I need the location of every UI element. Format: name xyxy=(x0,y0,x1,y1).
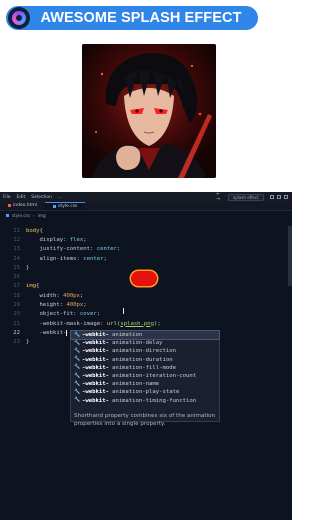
cursor-highlight-blob xyxy=(131,271,157,286)
wrench-icon: 🔧 xyxy=(74,397,81,404)
layout-icon[interactable] xyxy=(270,195,274,199)
layout-icon[interactable] xyxy=(277,195,281,199)
scrollbar[interactable] xyxy=(288,226,292,286)
breadcrumb: style.css › img xyxy=(0,211,292,219)
suggestion-item[interactable]: 🔧 -webkit-animation-fill-mode xyxy=(71,364,219,372)
wrench-icon: 🔧 xyxy=(74,347,81,354)
menu-file[interactable]: File xyxy=(3,195,11,200)
wrench-icon: 🔧 xyxy=(74,331,81,338)
wrench-icon: 🔧 xyxy=(74,380,81,387)
window-controls xyxy=(270,195,288,199)
menu-more[interactable]: ... xyxy=(58,195,62,200)
css-file-icon xyxy=(6,213,9,217)
code-line: 11 body{ xyxy=(13,227,43,234)
suggestion-description: Shorthand property combines six of the a… xyxy=(74,413,216,427)
command-search-box[interactable]: splash effect xyxy=(227,193,264,201)
code-line: 19 height: 400px; xyxy=(13,302,87,309)
suggestion-item[interactable]: 🔧 -webkit-animation-iteration-count xyxy=(71,372,219,380)
autocomplete-popup: 🔧 -webkit-animation 🔧 -webkit-animation-de… xyxy=(70,329,220,422)
suggestion-item[interactable]: 🔧 -webkit-animation xyxy=(70,329,220,341)
suggestion-item[interactable]: 🔧 -webkit-animation-delay xyxy=(71,339,219,347)
code-line: 12 display: flex; xyxy=(13,236,87,243)
wrench-icon: 🔧 xyxy=(74,356,81,363)
tab-index-html[interactable]: index.html xyxy=(0,202,45,210)
suggestion-item[interactable]: 🔧 -webkit-animation-timing-function xyxy=(71,397,219,405)
menu-edit[interactable]: Edit xyxy=(17,195,26,200)
wrench-icon: 🔧 xyxy=(74,364,81,371)
code-line: 21 -webkit-mask-image: url(splash.png); xyxy=(13,320,161,327)
wrench-icon: 🔧 xyxy=(74,372,81,379)
suggestion-item[interactable]: 🔧 -webkit-animation-direction xyxy=(71,347,219,355)
code-editor: File Edit Selection ... ← → splash effec… xyxy=(0,192,292,520)
chevron-right-icon: › xyxy=(33,212,35,218)
tab-label: index.html xyxy=(13,203,37,208)
tab-bar: index.html style.css xyxy=(0,202,292,211)
code-line: 20 object-fit: cover; xyxy=(13,311,101,318)
html-file-icon xyxy=(8,204,11,207)
breadcrumb-file[interactable]: style.css xyxy=(12,213,30,218)
menu-bar: File Edit Selection ... ← → splash effec… xyxy=(0,192,292,202)
breadcrumb-selector[interactable]: img xyxy=(38,213,46,218)
tab-style-css[interactable]: style.css xyxy=(45,202,86,210)
code-line: 18 width: 400px; xyxy=(13,292,84,299)
text-cursor-icon xyxy=(123,308,124,314)
menu-selection[interactable]: Selection xyxy=(31,195,52,200)
banner-title: AWESOME SPLASH EFFECT xyxy=(40,10,242,26)
css-file-icon xyxy=(53,204,56,208)
suggestion-item[interactable]: 🔧 -webkit-animation-duration xyxy=(71,356,219,364)
code-line: 14 align-items: center; xyxy=(13,255,107,262)
search-box-text: splash effect xyxy=(233,194,259,200)
tab-label: style.css xyxy=(58,203,78,209)
logo-icon xyxy=(8,7,30,29)
nav-arrows[interactable]: ← → xyxy=(216,192,221,202)
code-line: 13 justify-content: center; xyxy=(13,246,121,253)
suggestion-item[interactable]: 🔧 -webkit-animation-name xyxy=(71,380,219,388)
layout-icon[interactable] xyxy=(284,195,288,199)
anime-character-image xyxy=(82,44,216,178)
wrench-icon: 🔧 xyxy=(74,339,81,346)
suggestion-item[interactable]: 🔧 -webkit-animation-play-state xyxy=(71,388,219,396)
title-banner: AWESOME SPLASH EFFECT xyxy=(6,6,258,30)
code-area[interactable]: 11 body{ 12 display: flex; 13 justify-con… xyxy=(0,226,292,347)
wrench-icon: 🔧 xyxy=(74,388,81,395)
